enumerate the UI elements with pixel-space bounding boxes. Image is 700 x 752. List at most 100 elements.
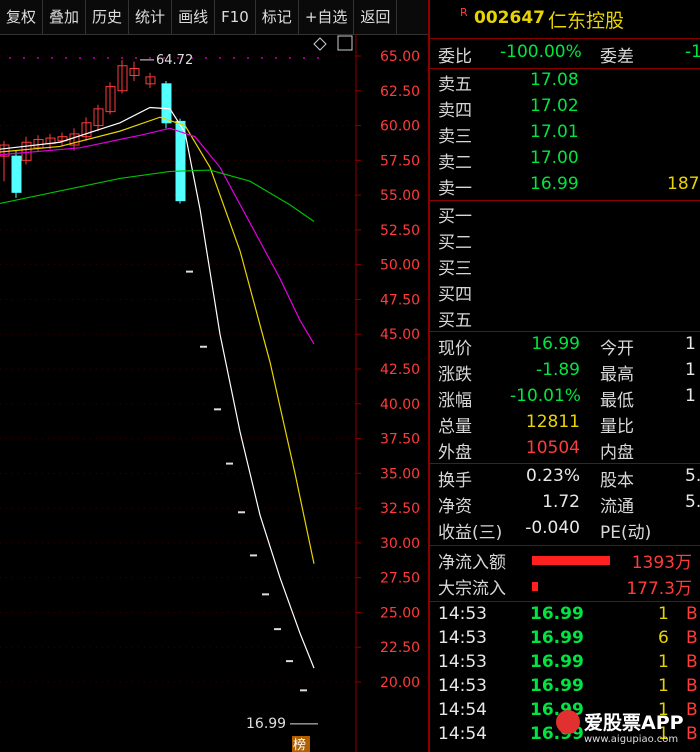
stat2-value: 1.72: [542, 492, 580, 512]
bid-row: 买四: [430, 280, 700, 306]
stat2-label: 换手: [438, 471, 472, 491]
stat2-value-2: 5.: [685, 492, 700, 512]
stat2-row: 换手 0.23% 股本 5.: [430, 466, 700, 492]
ma60-line: [0, 169, 315, 223]
kline-chart[interactable]: 65.00 62.50 60.00 57.50 55.00 52.50 50.00 47.50…: [0, 34, 428, 752]
top-dot: [121, 57, 123, 59]
tick-volume: 6: [658, 628, 669, 648]
tick-time: 14:53: [438, 652, 487, 672]
bid-label: 买三: [438, 259, 472, 279]
stat2-label-2: PE(动): [600, 523, 652, 543]
stat2-value-2: 5.: [685, 466, 700, 486]
stat2-label: 净资: [438, 497, 472, 517]
top-dot: [289, 57, 291, 59]
rank-badge-label: 榜: [293, 737, 306, 752]
top-dot: [247, 57, 249, 59]
stat-value: 12811: [525, 412, 580, 432]
tick-row: 14:53 16.99 1 B: [430, 676, 700, 700]
price-axis-label: 20.00: [380, 675, 420, 691]
bid-label: 买二: [438, 233, 472, 253]
toolbar-button-1[interactable]: 叠加: [43, 0, 87, 34]
toolbar-button-8[interactable]: 返回: [354, 0, 398, 34]
tick-time: 14:54: [438, 700, 487, 720]
stat-row: 总量 12811 量比: [430, 412, 700, 438]
stat2-label-2: 流通: [600, 497, 634, 517]
price-axis-label: 22.50: [380, 640, 420, 656]
price-axis-label: 55.00: [380, 188, 420, 204]
top-dot: [93, 57, 95, 59]
stock-code: 002647: [474, 8, 545, 28]
tick-time: 14:54: [438, 724, 487, 744]
top-dot: [205, 57, 207, 59]
ask-row: 卖四 17.02: [430, 96, 700, 122]
toolbar-button-3[interactable]: 统计: [129, 0, 173, 34]
stat-value: -1.89: [536, 360, 580, 380]
divider: [430, 601, 700, 602]
price-axis-label: 32.50: [380, 501, 420, 517]
price-axis-label: 45.00: [380, 327, 420, 343]
price-axis-label: 60.00: [380, 119, 420, 135]
tick-price: 16.99: [530, 604, 584, 624]
price-axis-label: 27.50: [380, 571, 420, 587]
bid-label: 买一: [438, 207, 472, 227]
ask-row: 卖五 17.08: [430, 70, 700, 96]
toolbar-button-7[interactable]: +自选: [299, 0, 355, 34]
toolbar-button-4[interactable]: 画线: [172, 0, 216, 34]
tick-price: 16.99: [530, 628, 584, 648]
top-dot: [219, 57, 221, 59]
quote-panel: R 002647 仁东控股 委比 -100.00% 委差 -1 卖五 17.08…: [430, 0, 700, 752]
flow-value: 177.3万: [626, 579, 692, 599]
price-axis-label: 65.00: [380, 49, 420, 65]
flow-value: 1393万: [631, 553, 692, 573]
stat-label-2: 最高: [600, 365, 634, 385]
ask-price: 17.00: [530, 148, 579, 168]
candle-body: [11, 155, 22, 193]
tick-volume: 1: [658, 676, 669, 696]
divider: [430, 331, 700, 332]
bid-row: 买五: [430, 306, 700, 332]
stat-label-2: 量比: [600, 417, 634, 437]
stat-value-2: 1: [685, 386, 696, 406]
top-dot: [65, 57, 67, 59]
stat2-row: 收益(三) -0.040 PE(动): [430, 518, 700, 544]
price-axis-label: 25.00: [380, 605, 420, 621]
stat2-row: 净资 1.72 流通 5.: [430, 492, 700, 518]
stat-label: 外盘: [438, 443, 472, 463]
tick-row: 14:53 16.99 1 B: [430, 652, 700, 676]
top-dot: [135, 57, 137, 59]
stock-header: R 002647 仁东控股: [430, 0, 700, 39]
top-dot: [79, 57, 81, 59]
flow-label: 大宗流入: [438, 579, 506, 599]
price-axis-label: 50.00: [380, 258, 420, 274]
price-axis-label: 57.50: [380, 153, 420, 169]
ask-price: 17.01: [530, 122, 579, 142]
ask-label: 卖二: [438, 153, 472, 173]
bid-label: 买四: [438, 285, 472, 305]
tick-price: 16.99: [530, 676, 584, 696]
flow-row: 净流入额 1393万: [430, 548, 700, 574]
tick-side: B: [686, 652, 698, 672]
bid-row: 买二: [430, 228, 700, 254]
toolbar-button-0[interactable]: 复权: [0, 0, 44, 34]
ma10-line: [0, 116, 315, 564]
weibi-value: -100.00%: [500, 42, 582, 62]
ask-label: 卖五: [438, 75, 472, 95]
stat2-label-2: 股本: [600, 471, 634, 491]
toolbar-button-5[interactable]: F10: [215, 0, 256, 34]
divider: [430, 545, 700, 546]
stock-name: 仁东控股: [548, 10, 625, 32]
top-dot: [9, 57, 11, 59]
weicha-label: 委差: [600, 47, 634, 67]
stat-label: 涨跌: [438, 365, 472, 385]
toolbar-button-6[interactable]: 标记: [256, 0, 299, 34]
stat-value-2: 1: [685, 334, 696, 354]
tick-side: B: [686, 676, 698, 696]
stat-value: -10.01%: [510, 386, 581, 406]
top-dot: [51, 57, 53, 59]
stat-label-2: 最低: [600, 391, 634, 411]
ask-row: 卖三 17.01: [430, 122, 700, 148]
stat-row: 现价 16.99 今开 1: [430, 334, 700, 360]
high-price-label: 64.72: [156, 53, 193, 68]
toolbar-button-2[interactable]: 历史: [86, 0, 130, 34]
stat-value: 16.99: [531, 334, 580, 354]
